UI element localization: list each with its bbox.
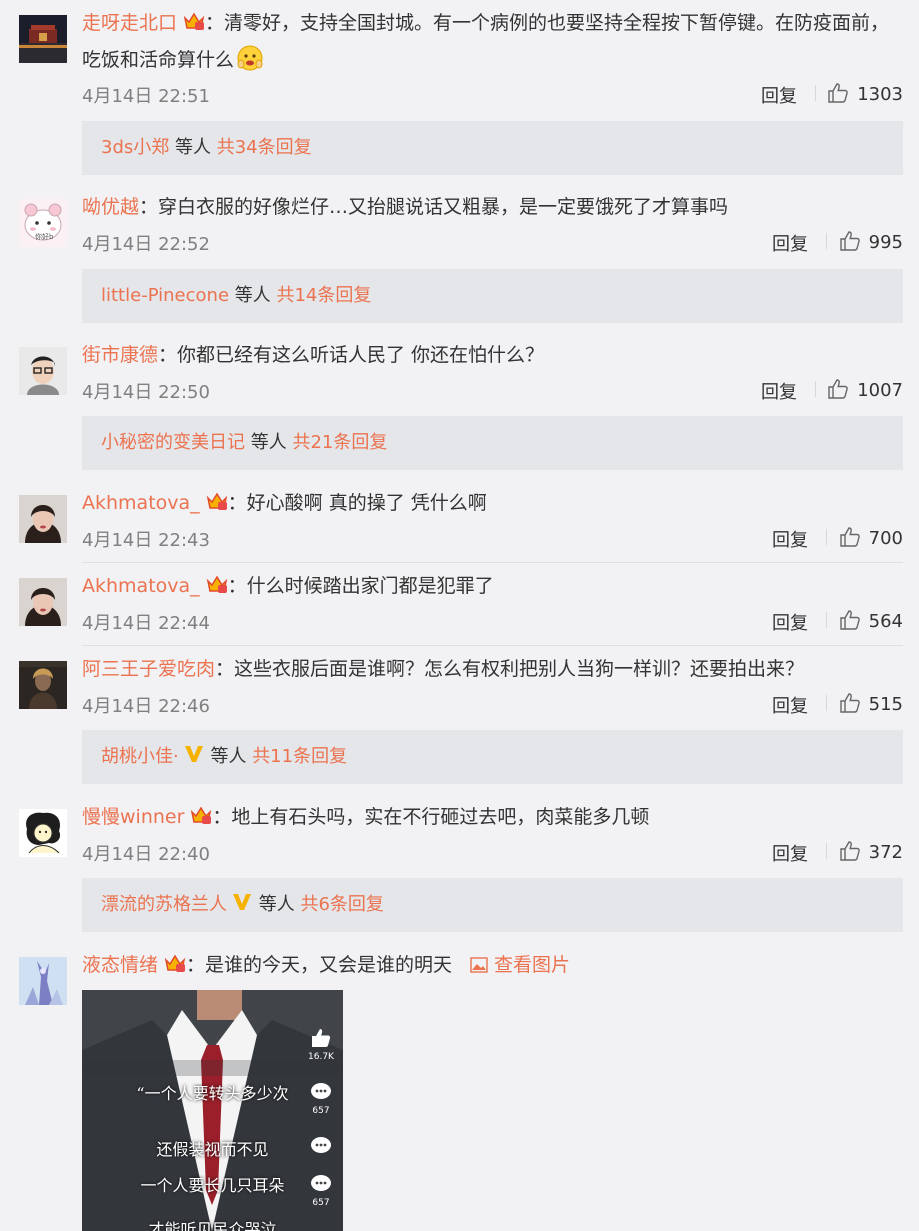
- divider: [826, 612, 827, 628]
- comment-text: Akhmatova_ ：好心酸啊 真的操了 凭什么啊: [82, 490, 487, 514]
- more-replies-link[interactable]: 共34条回复: [217, 137, 312, 158]
- avatar[interactable]: [19, 15, 67, 63]
- comment-text: 阿三王子爱吃肉：这些衣服后面是谁啊？怎么有权利把别人当狗一样训？还要拍出来？: [82, 658, 805, 680]
- comment-text: 走呀走北口 ：清零好，支持全国封城。有一个病例的也要坚持全程按下暂停键。在防疫面前…: [82, 10, 890, 34]
- username-link[interactable]: 阿三王子爱吃肉: [82, 658, 215, 680]
- reply-username-link[interactable]: 漂流的苏格兰人: [101, 894, 227, 915]
- reply-username-link[interactable]: little-Pinecone: [101, 285, 229, 306]
- reply-username-link[interactable]: 3ds小郑: [101, 137, 169, 158]
- replies-summary[interactable]: 漂流的苏格兰人 等人 共6条回复: [82, 878, 903, 932]
- reply-button[interactable]: 回复: [761, 82, 797, 108]
- vip-crown-icon: [164, 952, 186, 974]
- divider: [826, 529, 827, 545]
- divider: [815, 381, 816, 397]
- photo-comment-icon: 657: [308, 1174, 334, 1208]
- comment-divider: [82, 562, 903, 563]
- divider: [826, 843, 827, 859]
- more-replies-link[interactable]: 共21条回复: [292, 432, 387, 453]
- photo-comment-icon: 657: [308, 1082, 334, 1116]
- thumbs-up-icon: [839, 527, 860, 547]
- avatar[interactable]: 你好b: [19, 199, 67, 247]
- comment-time: 4月14日 22:46: [82, 696, 210, 717]
- like-button[interactable]: 564: [839, 609, 903, 632]
- avatar[interactable]: [19, 347, 67, 395]
- picture-icon: [470, 957, 488, 973]
- verified-v-icon: [231, 881, 253, 910]
- comment-time: 4月14日 22:51: [82, 86, 210, 107]
- replies-summary[interactable]: little-Pinecone 等人 共14条回复: [82, 269, 903, 323]
- comment-time: 4月14日 22:52: [82, 234, 210, 255]
- photo-caption-line: 还假装视而不见: [156, 1140, 269, 1159]
- like-button[interactable]: 372: [839, 840, 903, 863]
- photo-caption-line: 一个人要长几只耳朵: [140, 1176, 285, 1195]
- comment-time: 4月14日 22:44: [82, 613, 210, 634]
- reply-username-link[interactable]: 小秘密的变美日记: [101, 432, 245, 453]
- comment-time: 4月14日 22:40: [82, 844, 210, 865]
- username-link[interactable]: 慢慢winner: [82, 806, 184, 828]
- reply-button[interactable]: 回复: [772, 692, 808, 718]
- divider: [826, 695, 827, 711]
- username-link[interactable]: Akhmatova_: [82, 492, 200, 514]
- thumbs-up-icon: [839, 841, 860, 861]
- avatar[interactable]: [19, 809, 67, 857]
- reply-button[interactable]: 回复: [772, 609, 808, 635]
- reply-button[interactable]: 回复: [772, 840, 808, 866]
- photo-caption-line: 才能听见民众哭泣: [148, 1220, 277, 1231]
- vip-crown-icon: [183, 10, 205, 32]
- thumbs-up-icon: [828, 379, 849, 399]
- replies-summary[interactable]: 小秘密的变美日记 等人 共21条回复: [82, 416, 903, 470]
- photo-like-icon: 16.7K: [308, 1028, 334, 1062]
- like-button[interactable]: 1303: [827, 82, 903, 105]
- divider: [815, 85, 816, 101]
- username-link[interactable]: 走呀走北口: [82, 12, 177, 34]
- username-link[interactable]: Akhmatova_: [82, 575, 200, 597]
- comment-text: 街市康德：你都已经有这么听话人民了 你还在怕什么？: [82, 344, 545, 366]
- reply-username-link[interactable]: 胡桃小佳·: [101, 746, 179, 767]
- photo-comment-icon: [308, 1136, 334, 1160]
- view-picture-link[interactable]: 查看图片: [470, 954, 570, 976]
- thumbs-up-icon: [839, 231, 860, 251]
- replies-summary[interactable]: 胡桃小佳· 等人 共11条回复: [82, 730, 903, 784]
- vip-crown-icon: [206, 573, 228, 595]
- like-button[interactable]: 700: [839, 526, 903, 549]
- verified-v-icon: [183, 733, 205, 762]
- comment-text: 慢慢winner ：地上有石头吗，实在不行砸过去吧，肉菜能多几顿: [82, 804, 650, 828]
- photo-caption-line: “一个人要转头多少次: [136, 1084, 289, 1103]
- more-replies-link[interactable]: 共6条回复: [300, 894, 383, 915]
- comment-time: 4月14日 22:43: [82, 530, 210, 551]
- comment-text: 呦优越：穿白衣服的好像烂仔…又抬腿说话又粗暴，是一定要饿死了才算事吗: [82, 196, 729, 218]
- comment-text-line2: 吃饭和活命算什么: [82, 44, 899, 77]
- reply-button[interactable]: 回复: [772, 230, 808, 256]
- reply-button[interactable]: 回复: [772, 526, 808, 552]
- divider: [826, 233, 827, 249]
- thumbs-up-icon: [828, 83, 849, 103]
- thumbs-up-icon: [839, 610, 860, 630]
- vip-crown-icon: [206, 490, 228, 512]
- svg-text:你好b: 你好b: [35, 232, 54, 241]
- more-replies-link[interactable]: 共14条回复: [276, 285, 371, 306]
- comment-time: 4月14日 22:50: [82, 382, 210, 403]
- like-button[interactable]: 515: [839, 692, 903, 715]
- username-link[interactable]: 街市康德: [82, 344, 158, 366]
- comment-text: Akhmatova_ ：什么时候踏出家门都是犯罪了: [82, 573, 494, 597]
- like-button[interactable]: 995: [839, 230, 903, 253]
- replies-summary[interactable]: 3ds小郑 等人 共34条回复: [82, 121, 903, 175]
- username-link[interactable]: 呦优越: [82, 196, 139, 218]
- avatar[interactable]: [19, 495, 67, 543]
- vip-crown-icon: [190, 804, 212, 826]
- avatar[interactable]: [19, 661, 67, 709]
- more-replies-link[interactable]: 共11条回复: [252, 746, 347, 767]
- comment-divider: [82, 645, 903, 646]
- emoji-icon: [236, 44, 264, 72]
- thumbs-up-icon: [839, 693, 860, 713]
- avatar[interactable]: [19, 957, 67, 1005]
- reply-button[interactable]: 回复: [761, 378, 797, 404]
- like-button[interactable]: 1007: [827, 378, 903, 401]
- comment-text: 液态情绪 ：是谁的今天，又会是谁的明天 查看图片: [82, 952, 571, 976]
- comment-photo[interactable]: “一个人要转头多少次 还假装视而不见 一个人要长几只耳朵 才能听见民众哭泣 16…: [82, 990, 343, 1231]
- avatar[interactable]: [19, 578, 67, 626]
- username-link[interactable]: 液态情绪: [82, 954, 158, 976]
